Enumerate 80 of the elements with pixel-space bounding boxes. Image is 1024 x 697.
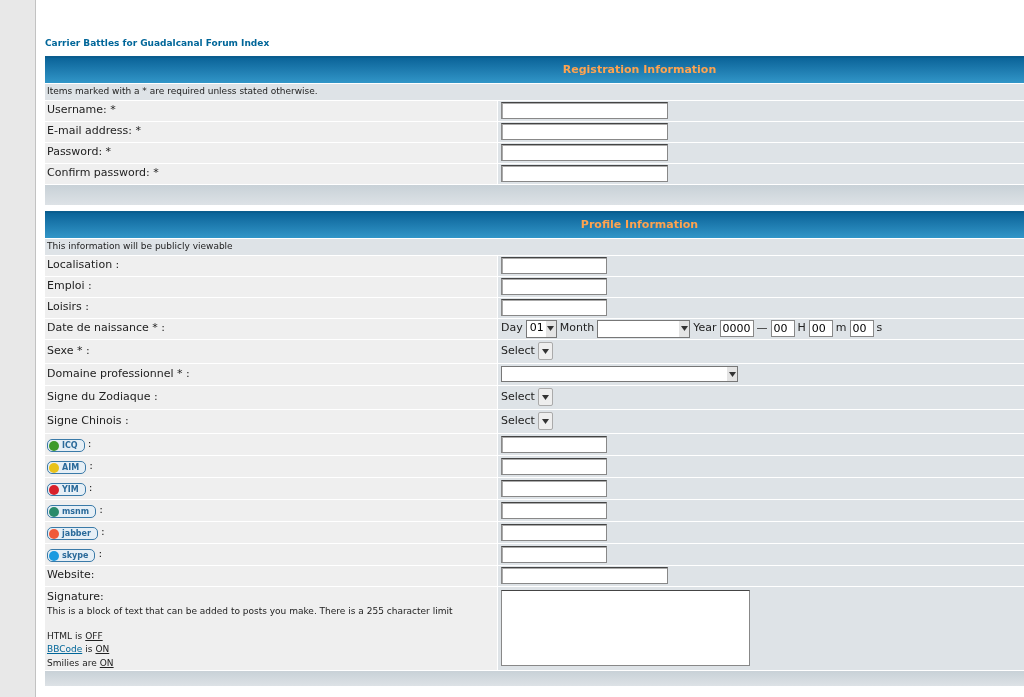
messenger-badge: YIM [47, 483, 86, 497]
time-field[interactable]: 00 [808, 320, 833, 337]
field-label: Confirm password: * [47, 165, 159, 182]
time-field[interactable]: 00 [849, 320, 874, 337]
select-label: Select [501, 412, 535, 429]
status-text: Smilies [47, 656, 80, 670]
caret-icon [728, 371, 736, 377]
text-field[interactable] [501, 545, 607, 563]
field-description: This is a block of text that can be added to posts you make. There is a 255 character limit [47, 605, 453, 618]
field-label: Year [693, 320, 717, 337]
dropdown-button[interactable] [537, 412, 553, 430]
field-label: Localisation : [47, 257, 120, 274]
text-field[interactable] [501, 102, 668, 119]
time-field[interactable]: 00 [770, 320, 795, 337]
messenger-badge: AIM [47, 461, 87, 475]
select-label: Select [501, 388, 535, 405]
messenger-badge: jabber [47, 527, 98, 541]
status-text: are [82, 656, 97, 670]
text-field[interactable] [501, 165, 668, 182]
status-text: is [85, 643, 93, 656]
status-value[interactable]: OFF [85, 629, 103, 643]
messenger-badge: skype [47, 549, 96, 563]
field-label: Loisirs : [47, 299, 89, 316]
field-label: Emploi : [47, 278, 92, 295]
field-label: : [89, 457, 93, 474]
text-field[interactable] [501, 123, 668, 140]
dropdown-select[interactable] [501, 366, 738, 382]
status-value[interactable]: ON [95, 643, 110, 657]
caret-icon [541, 418, 549, 424]
section-header: Profile Information [45, 210, 1024, 238]
caret-icon [547, 326, 555, 331]
messenger-badge: ICQ [47, 439, 85, 453]
field-label: m [835, 320, 847, 337]
text-field[interactable] [501, 479, 607, 497]
field-label: E-mail address: * [47, 123, 141, 140]
field-label: : [100, 523, 105, 540]
dropdown-button[interactable] [537, 388, 553, 406]
messenger-badge: msnm [47, 505, 97, 519]
text-field[interactable] [501, 278, 607, 295]
text-field[interactable] [501, 144, 668, 161]
caret-icon [541, 394, 549, 400]
field-label: — [756, 320, 768, 337]
text-field[interactable] [501, 299, 607, 316]
field-label: : [87, 435, 92, 452]
forum-index-link[interactable]: Carrier Battles for Guadalcanal Forum Index [45, 37, 1024, 51]
bbcode-link[interactable]: BBCode [47, 643, 83, 657]
field-label: Signature: [47, 588, 105, 605]
year-field[interactable]: 0000 [719, 320, 754, 337]
field-label: Domaine professionnel * : [47, 365, 190, 382]
text-field[interactable] [501, 523, 607, 541]
text-field[interactable] [501, 567, 668, 584]
select-label: Select [501, 342, 535, 359]
text-field[interactable] [501, 257, 607, 274]
status-text: is [75, 629, 83, 643]
field-label: Day [501, 320, 523, 337]
field-label: Website: [47, 567, 95, 584]
text-field[interactable] [501, 457, 607, 475]
field-label: s [876, 320, 883, 337]
status-text: HTML [47, 629, 73, 643]
caret-icon [541, 348, 549, 354]
field-label: : [98, 545, 103, 562]
day-select[interactable]: 01 [525, 319, 557, 338]
field-label: Signe Chinois : [47, 412, 129, 429]
field-label: Username: * [47, 102, 116, 119]
field-label: Month [559, 320, 595, 337]
dropdown-button[interactable] [537, 342, 553, 360]
text-field[interactable] [501, 501, 607, 519]
field-label: : [88, 479, 93, 496]
section-header: Registration Information [45, 55, 1024, 83]
field-label: : [99, 501, 103, 518]
field-label: Signe du Zodiaque : [47, 388, 158, 405]
text-field[interactable] [501, 435, 607, 453]
field-label: H [797, 320, 806, 337]
field-label: Password: * [47, 144, 112, 161]
caret-icon [680, 326, 688, 331]
status-value[interactable]: ON [99, 656, 114, 670]
signature-textarea[interactable] [501, 589, 750, 666]
field-label: Date de naissance * : [47, 320, 165, 337]
field-label: Sexe * : [47, 342, 90, 359]
month-select[interactable] [597, 319, 691, 338]
